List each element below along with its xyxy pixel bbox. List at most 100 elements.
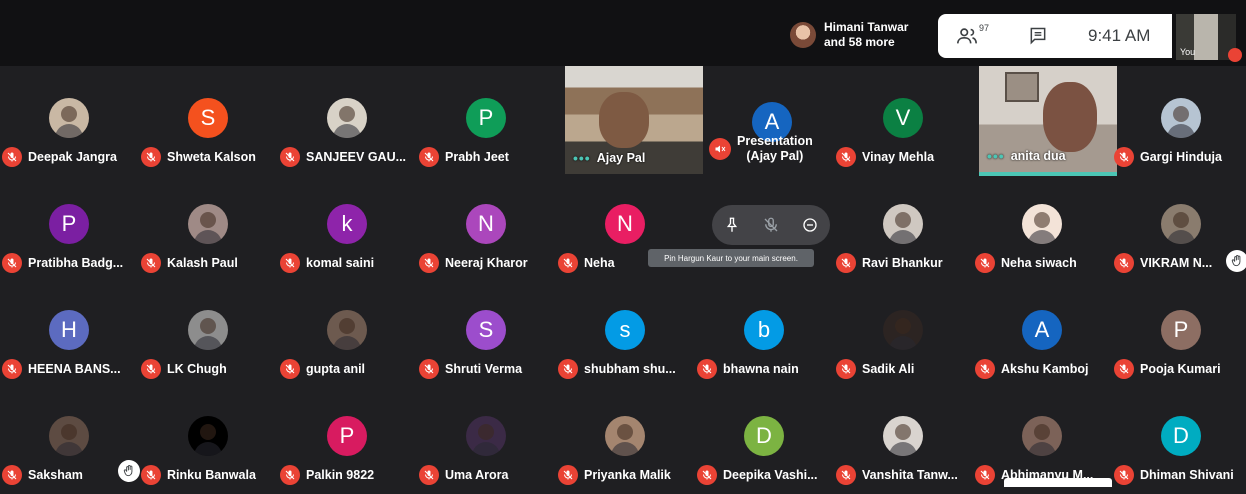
participant-name: Vanshita Tanw... bbox=[862, 468, 958, 482]
avatar bbox=[883, 204, 923, 244]
photo-body bbox=[889, 230, 917, 244]
avatar: D bbox=[1161, 416, 1201, 456]
participant-tile[interactable]: D Dhiman Shivani bbox=[1112, 384, 1246, 494]
mic-off-icon bbox=[836, 359, 856, 379]
avatar: D bbox=[744, 416, 784, 456]
raised-hand-icon bbox=[118, 460, 140, 482]
mic-off-icon bbox=[419, 465, 439, 485]
participant-tile[interactable]: LK Chugh bbox=[139, 278, 277, 388]
participant-tile[interactable]: VIKRAM N... bbox=[1112, 172, 1246, 282]
participant-tile[interactable]: Saksham bbox=[0, 384, 138, 494]
participant-tile[interactable]: Sadik Ali bbox=[834, 278, 972, 388]
participant-tile[interactable]: D Deepika Vashi... bbox=[695, 384, 833, 494]
participant-name: komal saini bbox=[306, 256, 375, 270]
mic-off-icon bbox=[836, 465, 856, 485]
mic-off-icon bbox=[2, 253, 22, 273]
people-button[interactable]: 97 bbox=[956, 23, 1008, 47]
participant-tile[interactable]: S Shweta Kalson bbox=[139, 66, 277, 176]
mute-participant-button[interactable] bbox=[756, 210, 786, 240]
participant-tile[interactable]: Uma Arora bbox=[417, 384, 555, 494]
participant-name: Sadik Ali bbox=[862, 362, 915, 376]
presentation-tile[interactable]: A Presentation (Ajay Pal) bbox=[703, 66, 841, 176]
photo-head bbox=[200, 424, 216, 440]
avatar-initial: b bbox=[757, 317, 771, 342]
photo-body bbox=[194, 336, 222, 350]
video-tile-anita-dua[interactable]: ••• anita dua bbox=[979, 66, 1117, 176]
self-label: You bbox=[1180, 47, 1196, 57]
participant-name: Deepika Vashi... bbox=[723, 468, 818, 482]
participant-tile[interactable]: Vanshita Tanw... bbox=[834, 384, 972, 494]
participant-tile[interactable]: Deepak Jangra bbox=[0, 66, 138, 176]
participant-name: Shweta Kalson bbox=[167, 150, 256, 164]
self-preview[interactable]: You bbox=[1176, 14, 1242, 62]
participant-tile[interactable]: Kalash Paul bbox=[139, 172, 277, 282]
recently-joined-notice[interactable]: Himani Tanwar and 58 more bbox=[784, 12, 938, 58]
mic-off-icon bbox=[836, 253, 856, 273]
participant-tile[interactable]: V Vinay Mehla bbox=[834, 66, 972, 176]
mic-off-icon bbox=[141, 253, 161, 273]
meeting-controls-pill: 97 9:41 AM bbox=[938, 14, 1172, 58]
avatar: H bbox=[49, 310, 89, 350]
photo-body bbox=[889, 442, 917, 456]
video-tile-ajay-pal[interactable]: ••• Ajay Pal bbox=[565, 66, 703, 174]
participant-tile[interactable]: Rinku Banwala bbox=[139, 384, 277, 494]
pin-button[interactable] bbox=[717, 210, 747, 240]
participant-tile[interactable]: Priyanka Malik bbox=[556, 384, 694, 494]
participant-tile[interactable]: S Shruti Verma bbox=[417, 278, 555, 388]
participant-tile[interactable]: s shubham shu... bbox=[556, 278, 694, 388]
photo-head bbox=[895, 318, 911, 334]
mic-off-icon bbox=[1114, 147, 1134, 167]
participant-tile[interactable]: N Neeraj Kharor bbox=[417, 172, 555, 282]
mic-off-icon bbox=[975, 359, 995, 379]
presentation-muted-icon bbox=[709, 138, 731, 160]
avatar bbox=[49, 416, 89, 456]
participant-tile[interactable]: k komal saini bbox=[278, 172, 416, 282]
clock: 9:41 AM bbox=[1088, 26, 1151, 45]
avatar-initial: D bbox=[756, 423, 772, 448]
participant-tile[interactable]: P Pooja Kumari bbox=[1112, 278, 1246, 388]
avatar bbox=[1161, 204, 1201, 244]
photo-body bbox=[1028, 230, 1056, 244]
mic-off-icon bbox=[558, 253, 578, 273]
speaking-indicator-icon: ••• bbox=[987, 148, 1005, 164]
mic-off-icon bbox=[1114, 253, 1134, 273]
avatar bbox=[188, 416, 228, 456]
photo-body bbox=[1167, 124, 1195, 138]
participant-tile[interactable]: A Akshu Kamboj bbox=[973, 278, 1111, 388]
participant-video bbox=[1043, 82, 1097, 152]
participant-tile[interactable]: P Pratibha Badg... bbox=[0, 172, 138, 282]
participant-name: LK Chugh bbox=[167, 362, 227, 376]
participant-name: Shruti Verma bbox=[445, 362, 523, 376]
avatar: s bbox=[605, 310, 645, 350]
avatar bbox=[1022, 204, 1062, 244]
participant-name: VIKRAM N... bbox=[1140, 256, 1213, 270]
participant-tile[interactable]: P Palkin 9822 bbox=[278, 384, 416, 494]
participant-tile[interactable]: Gargi Hinduja bbox=[1112, 66, 1246, 176]
participant-tile[interactable]: Neha siwach bbox=[973, 172, 1111, 282]
participant-tile[interactable]: b bhawna nain bbox=[695, 278, 833, 388]
avatar bbox=[1022, 416, 1062, 456]
mic-off-icon bbox=[141, 465, 161, 485]
raised-hand-icon bbox=[1226, 250, 1246, 272]
photo-head bbox=[339, 318, 355, 334]
photo-body bbox=[1028, 442, 1056, 456]
photo-body bbox=[611, 442, 639, 456]
remove-button[interactable] bbox=[795, 210, 825, 240]
participant-name: gupta anil bbox=[306, 362, 366, 376]
tile-hover-toolbar bbox=[712, 205, 830, 245]
participant-tile[interactable]: Ravi Bhankur bbox=[834, 172, 972, 282]
mic-off-icon bbox=[280, 253, 300, 273]
participant-name: Rinku Banwala bbox=[167, 468, 256, 482]
photo-body bbox=[1167, 230, 1195, 244]
minus-circle-icon bbox=[803, 218, 817, 232]
avatar: S bbox=[188, 98, 228, 138]
participant-tile[interactable]: H HEENA BANS... bbox=[0, 278, 138, 388]
avatar: N bbox=[605, 204, 645, 244]
participant-tile[interactable]: gupta anil bbox=[278, 278, 416, 388]
presentation-label: Presentation bbox=[737, 134, 813, 148]
participant-tile[interactable]: SANJEEV GAU... bbox=[278, 66, 416, 176]
participant-name: Uma Arora bbox=[445, 468, 509, 482]
chat-button[interactable] bbox=[1008, 26, 1068, 46]
participant-tile[interactable]: P Prabh Jeet bbox=[417, 66, 555, 176]
avatar: A bbox=[1022, 310, 1062, 350]
